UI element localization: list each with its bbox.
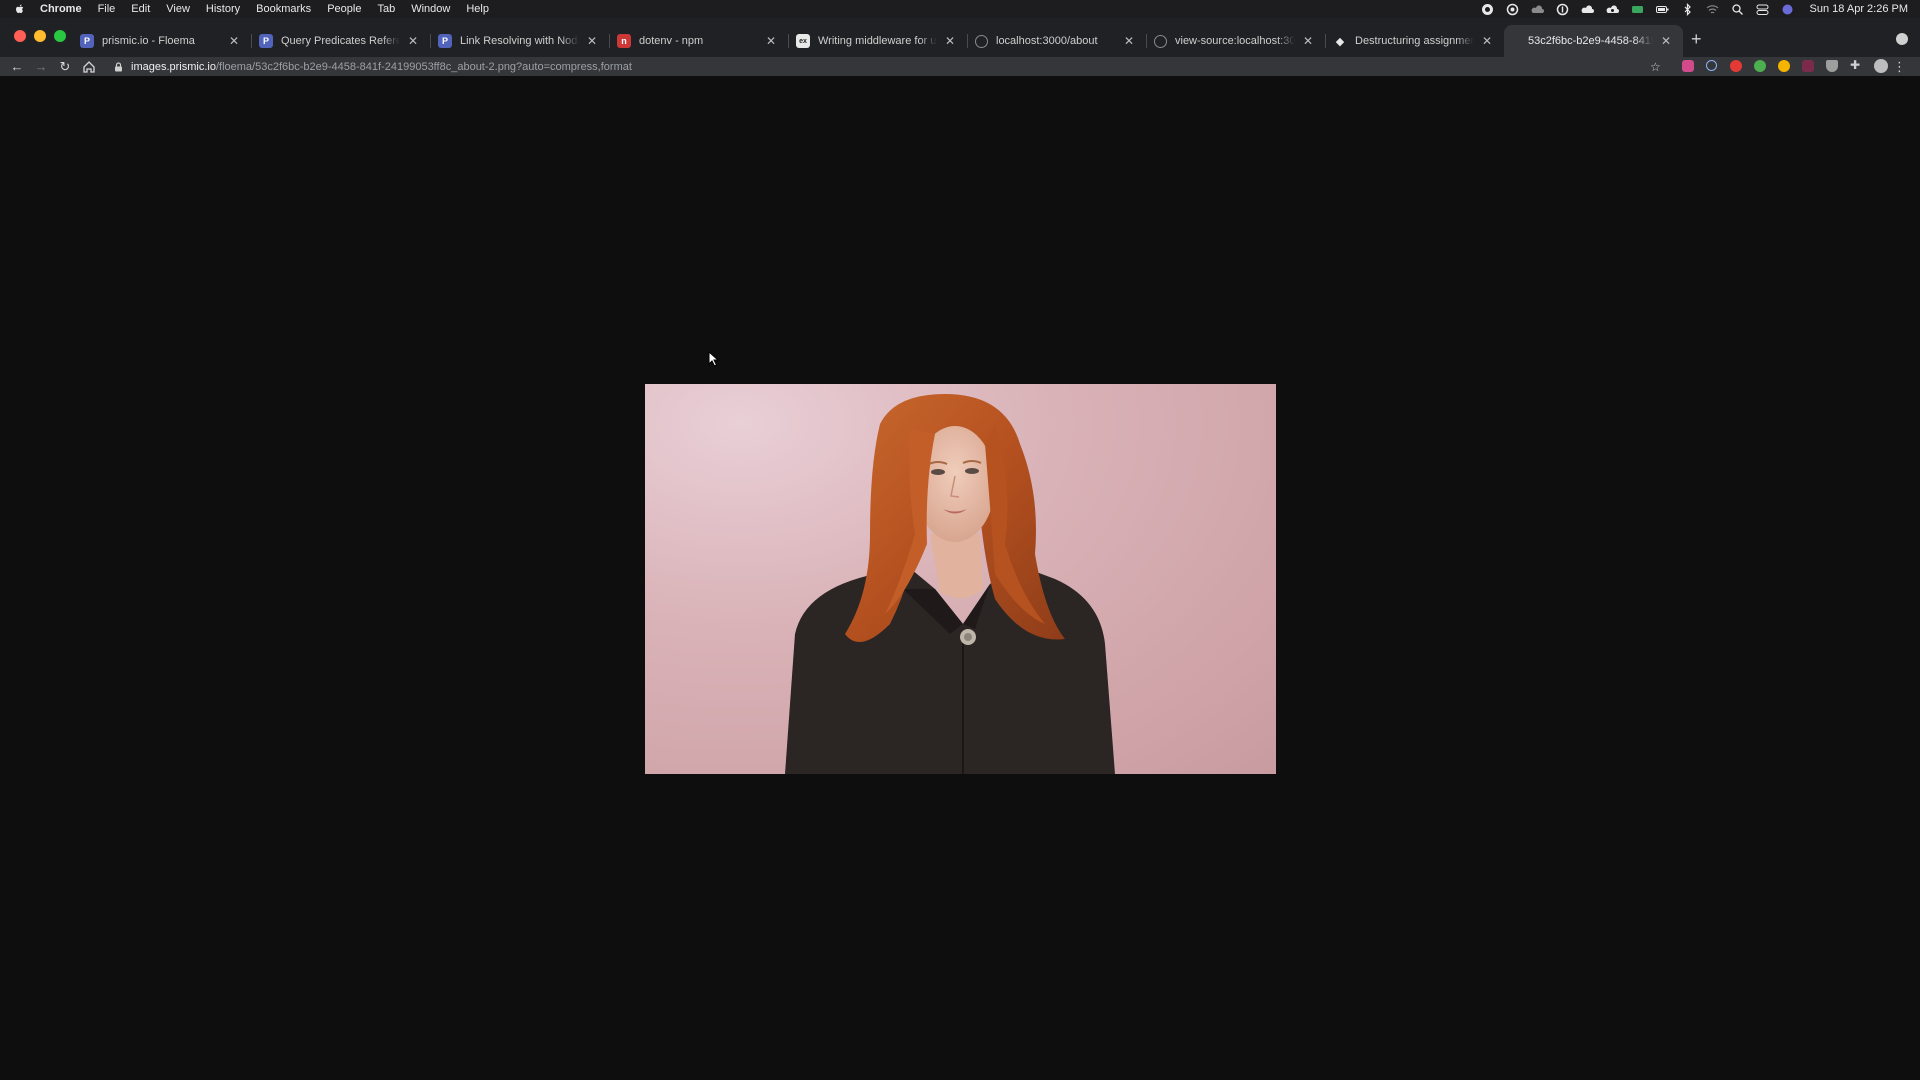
menu-tab[interactable]: Tab	[377, 3, 395, 15]
menu-edit[interactable]: Edit	[131, 3, 150, 15]
tab-title: Query Predicates Reference fo	[281, 35, 400, 47]
menu-app-name[interactable]: Chrome	[40, 3, 82, 15]
tab-express-middleware[interactable]: ex Writing middleware for use in E ✕	[788, 25, 967, 57]
spotlight-search-icon[interactable]	[1731, 3, 1744, 16]
address-bar[interactable]: images.prismic.io/floema/53c2f6bc-b2e9-4…	[108, 57, 1748, 76]
battery-icon[interactable]	[1655, 3, 1669, 16]
new-tab-button[interactable]: +	[1691, 30, 1702, 48]
close-tab-icon[interactable]: ✕	[1301, 34, 1315, 48]
tab-localhost-about[interactable]: localhost:3000/about ✕	[967, 25, 1146, 57]
extension-red-icon[interactable]	[1730, 60, 1742, 72]
cloud-sync-icon[interactable]	[1531, 3, 1544, 16]
tab-title: localhost:3000/about	[996, 35, 1098, 47]
npm-icon: n	[617, 34, 631, 48]
tab-title: dotenv - npm	[639, 35, 704, 47]
close-tab-icon[interactable]: ✕	[1122, 34, 1136, 48]
profile-avatar[interactable]	[1874, 59, 1888, 73]
home-icon[interactable]	[82, 60, 96, 74]
menu-people[interactable]: People	[327, 3, 361, 15]
green-status-icon[interactable]	[1631, 3, 1644, 16]
tab-destructuring-mdn[interactable]: ◆ Destructuring assignment - Ja ✕	[1325, 25, 1504, 57]
tab-prismic-floema[interactable]: P prismic.io - Floema ✕	[72, 25, 251, 57]
tab-image-active[interactable]: 53c2f6bc-b2e9-4458-841f-2 ✕	[1504, 25, 1683, 57]
tab-title: prismic.io - Floema	[102, 35, 195, 47]
globe-icon	[975, 34, 988, 48]
url-path: /floema/53c2f6bc-b2e9-4458-841f-24199053…	[215, 60, 632, 73]
tab-dotenv-npm[interactable]: n dotenv - npm ✕	[609, 25, 788, 57]
menu-window[interactable]: Window	[411, 3, 450, 15]
forward-arrow-icon[interactable]: →	[34, 59, 48, 74]
control-center-icon[interactable]	[1756, 3, 1769, 16]
menu-file[interactable]: File	[98, 3, 116, 15]
url-host: images.prismic.io	[131, 60, 216, 73]
creative-cloud-icon[interactable]	[1506, 3, 1519, 16]
close-tab-icon[interactable]: ✕	[1480, 34, 1494, 48]
extension-green-icon[interactable]	[1754, 60, 1766, 72]
chrome-menu-icon[interactable]: ⋮	[1893, 59, 1906, 75]
prismic-icon: P	[80, 34, 94, 48]
record-icon[interactable]	[1481, 3, 1494, 16]
menu-view[interactable]: View	[166, 3, 190, 15]
mouse-cursor-icon	[708, 351, 720, 367]
menu-history[interactable]: History	[206, 3, 240, 15]
apple-menu-icon[interactable]	[14, 3, 26, 15]
mdn-icon: ◆	[1335, 35, 1345, 48]
window-controls	[14, 30, 66, 42]
tab-search-icon[interactable]	[1896, 33, 1908, 45]
portrait-photo	[645, 384, 1276, 774]
one-password-icon[interactable]	[1556, 3, 1569, 16]
fullscreen-window-button[interactable]	[54, 30, 66, 42]
tab-title: Writing middleware for use in E	[818, 35, 937, 47]
back-arrow-icon[interactable]: ←	[10, 59, 24, 74]
bookmark-star-icon[interactable]: ☆	[1650, 60, 1661, 74]
lock-icon[interactable]	[114, 61, 123, 72]
tab-title: Destructuring assignment - Ja	[1355, 35, 1474, 47]
tab-query-predicates[interactable]: P Query Predicates Reference fo ✕	[251, 25, 430, 57]
siri-icon[interactable]	[1781, 3, 1794, 16]
menu-help[interactable]: Help	[466, 3, 489, 15]
close-tab-icon[interactable]: ✕	[406, 34, 420, 48]
tab-list: P prismic.io - Floema ✕ P Query Predicat…	[72, 25, 1683, 57]
blank-favicon	[1512, 34, 1516, 48]
extension-password-icon[interactable]	[1706, 60, 1717, 71]
close-tab-icon[interactable]: ✕	[585, 34, 599, 48]
express-icon: ex	[796, 34, 810, 48]
wifi-icon[interactable]	[1706, 3, 1719, 16]
minimize-window-button[interactable]	[34, 30, 46, 42]
extension-color-icon[interactable]	[1778, 60, 1790, 72]
menu-bookmarks[interactable]: Bookmarks	[256, 3, 311, 15]
close-tab-icon[interactable]: ✕	[227, 34, 241, 48]
reload-icon[interactable]: ↻	[58, 59, 72, 74]
tab-view-source[interactable]: view-source:localhost:3000/ab ✕	[1146, 25, 1325, 57]
tab-title: 53c2f6bc-b2e9-4458-841f-2	[1528, 35, 1653, 47]
close-tab-icon[interactable]: ✕	[1659, 34, 1673, 48]
menu-bar-tray: Sun 18 Apr 2:26 PM	[1481, 0, 1908, 18]
macos-menu-bar: Chrome File Edit View History Bookmarks …	[0, 0, 1920, 18]
browser-toolbar: ← → ↻ images.prismic.io/floema/53c2f6bc-…	[0, 57, 1920, 76]
prismic-icon: P	[259, 34, 273, 48]
tab-title: view-source:localhost:3000/ab	[1175, 35, 1295, 47]
clock[interactable]: Sun 18 Apr 2:26 PM	[1810, 3, 1908, 15]
extension-pink-icon[interactable]	[1682, 60, 1694, 72]
cloud-upload-icon[interactable]	[1581, 3, 1594, 16]
woman-portrait-image	[785, 394, 1115, 774]
extension-shield-icon[interactable]	[1826, 60, 1838, 72]
prismic-icon: P	[438, 34, 452, 48]
backup-icon[interactable]	[1606, 3, 1619, 16]
extensions-puzzle-icon[interactable]: ✚	[1850, 58, 1862, 72]
extension-dark-icon[interactable]	[1802, 60, 1814, 72]
tab-link-resolving[interactable]: P Link Resolving with Node.js - P ✕	[430, 25, 609, 57]
tab-strip: P prismic.io - Floema ✕ P Query Predicat…	[0, 18, 1920, 57]
page-viewport	[0, 76, 1920, 1080]
tab-title: Link Resolving with Node.js - P	[460, 35, 579, 47]
close-tab-icon[interactable]: ✕	[943, 34, 957, 48]
close-tab-icon[interactable]: ✕	[764, 34, 778, 48]
globe-icon	[1154, 34, 1167, 48]
bluetooth-icon[interactable]	[1681, 2, 1694, 16]
close-window-button[interactable]	[14, 30, 26, 42]
